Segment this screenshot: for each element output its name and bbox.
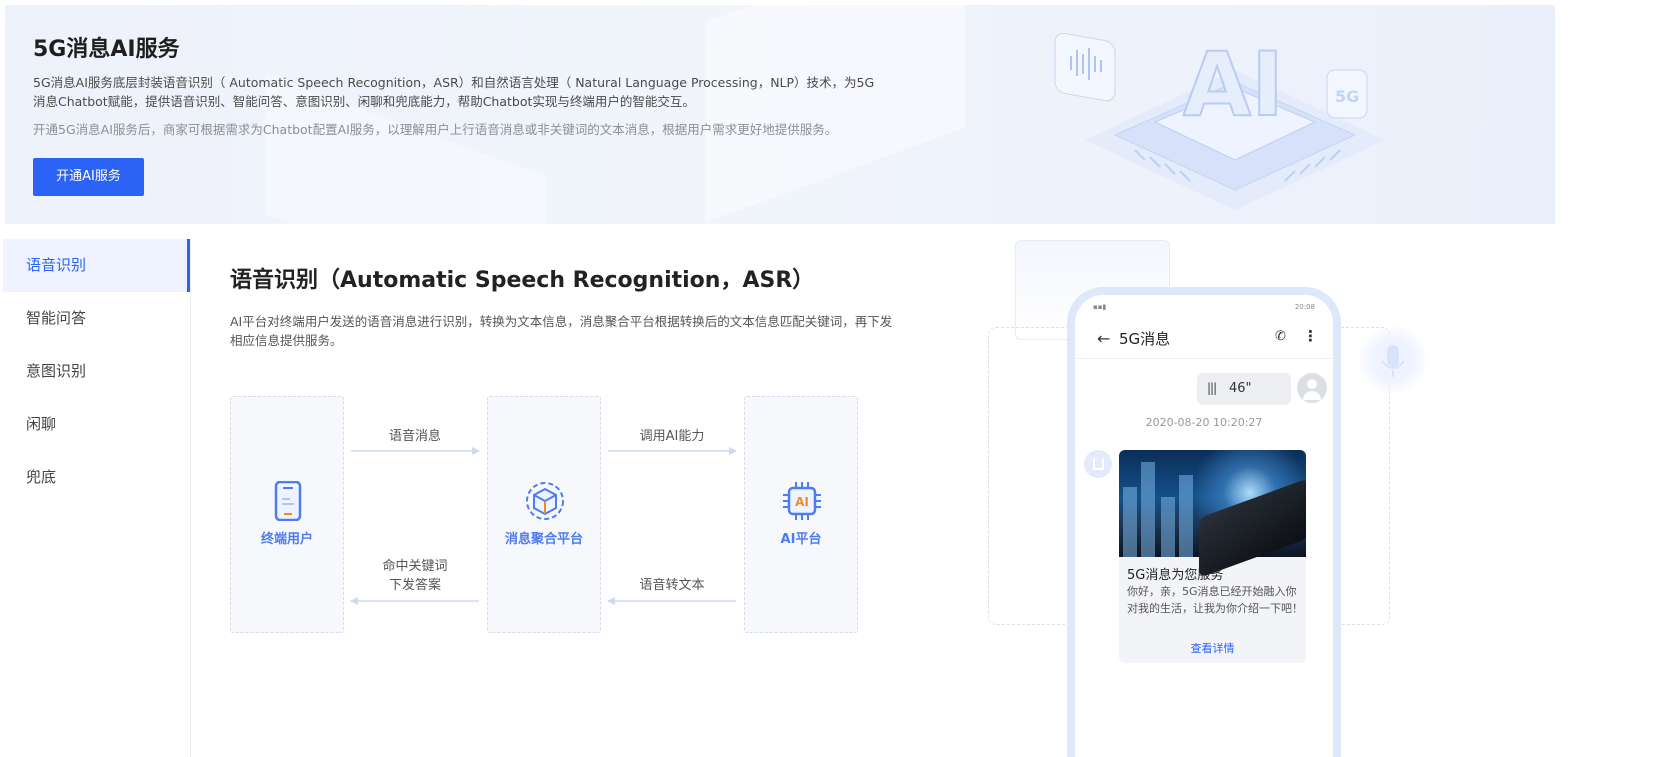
voice-message-bubble[interactable]: ||| 46" bbox=[1197, 373, 1291, 405]
chatbot-avatar bbox=[1084, 450, 1112, 478]
flow-node-aggregation-platform: 消息聚合平台 bbox=[487, 396, 601, 633]
status-bar: ▪▪▮ 20:08 bbox=[1093, 303, 1315, 313]
arrow-left bbox=[607, 596, 736, 606]
more-options-icon[interactable]: ⋮ bbox=[1303, 327, 1318, 345]
chat-header: ← 5G消息 ✆ ⋮ bbox=[1075, 317, 1333, 359]
sidebar-item-speech-recognition[interactable]: 语音识别 bbox=[3, 239, 190, 292]
ai-illustration-text: AI bbox=[1183, 33, 1284, 136]
5g-badge-text: 5G bbox=[1335, 87, 1359, 106]
banner-description: 5G消息AI服务底层封装语音识别（ Automatic Speech Recog… bbox=[33, 75, 875, 109]
arrow-right bbox=[608, 446, 737, 456]
flow-label-keyword-hit: 命中关键词 bbox=[382, 559, 448, 574]
user-avatar bbox=[1297, 373, 1327, 403]
flow-node-label: 终端用户 bbox=[260, 532, 313, 547]
sidebar-item-smart-qa[interactable]: 智能问答 bbox=[3, 292, 190, 345]
rich-card[interactable]: 5G消息为您服务 你好，亲，5G消息已经开始融入你对我的生活，让我为你介绍一下吧… bbox=[1119, 450, 1306, 663]
card-image bbox=[1119, 450, 1306, 579]
ai-chip-text: AI bbox=[795, 495, 809, 509]
section-title: 语音识别（Automatic Speech Recognition，ASR） bbox=[230, 268, 815, 293]
flow-node-ai-platform: AI AI平台 bbox=[744, 396, 858, 633]
status-time: 20:08 bbox=[1294, 303, 1315, 311]
arrow-right bbox=[351, 446, 480, 456]
ai-chip-illustration: AI 5G bbox=[1054, 32, 1385, 210]
chat-title: 5G消息 bbox=[1119, 330, 1171, 348]
cube-icon bbox=[526, 482, 564, 520]
flow-label-speech-to-text: 语音转文本 bbox=[639, 578, 705, 593]
banner-decoration bbox=[705, 5, 965, 223]
banner-note: 开通5G消息AI服务后，商家可根据需求为Chatbot配置AI服务，以理解用户上… bbox=[33, 122, 838, 137]
back-arrow-icon[interactable]: ← bbox=[1097, 329, 1110, 348]
card-title: 5G消息为您服务 bbox=[1127, 568, 1224, 583]
sidebar-item-fallback[interactable]: 兜底 bbox=[3, 451, 190, 504]
audio-wave-icon: ||| bbox=[1207, 381, 1217, 395]
flow-node-label: AI平台 bbox=[780, 532, 822, 547]
arrow-left bbox=[350, 596, 479, 606]
flow-label-send-answer: 下发答案 bbox=[388, 578, 441, 593]
hero-banner: 5G消息AI服务 5G消息AI服务底层封装语音识别（ Automatic Spe… bbox=[5, 5, 1555, 224]
section-description: AI平台对终端用户发送的语音消息进行识别，转换为文本信息，消息聚合平台根据转换后… bbox=[230, 314, 893, 348]
sidebar-item-chitchat[interactable]: 闲聊 bbox=[3, 398, 190, 451]
sidebar: 语音识别 智能问答 意图识别 闲聊 兜底 bbox=[3, 239, 191, 757]
phone-call-icon[interactable]: ✆ bbox=[1275, 329, 1286, 344]
flow-label-voice-message: 语音消息 bbox=[388, 429, 441, 444]
card-text: 你好，亲，5G消息已经开始融入你对我的生活，让我为你介绍一下吧！ bbox=[1127, 585, 1303, 615]
flow-node-label: 消息聚合平台 bbox=[504, 532, 583, 547]
voice-duration: 46" bbox=[1229, 381, 1252, 396]
microphone-icon bbox=[1358, 325, 1428, 395]
page-title: 5G消息AI服务 bbox=[33, 37, 180, 62]
ai-chip-icon: AI bbox=[783, 482, 821, 520]
phone-icon bbox=[274, 481, 302, 521]
signal-icon: ▪▪▮ bbox=[1093, 303, 1107, 311]
view-details-link[interactable]: 查看详情 bbox=[1119, 640, 1306, 656]
phone-mockup: ▪▪▮ 20:08 ← 5G消息 ✆ ⋮ ||| 46" 2020-08-20 … bbox=[1067, 287, 1341, 757]
message-timestamp: 2020-08-20 10:20:27 bbox=[1145, 416, 1263, 429]
flow-node-end-user: 终端用户 bbox=[230, 396, 344, 633]
enable-ai-service-button[interactable]: 开通AI服务 bbox=[33, 158, 144, 196]
flow-label-call-ai: 调用AI能力 bbox=[639, 429, 705, 444]
sidebar-item-intent-recognition[interactable]: 意图识别 bbox=[3, 345, 190, 398]
